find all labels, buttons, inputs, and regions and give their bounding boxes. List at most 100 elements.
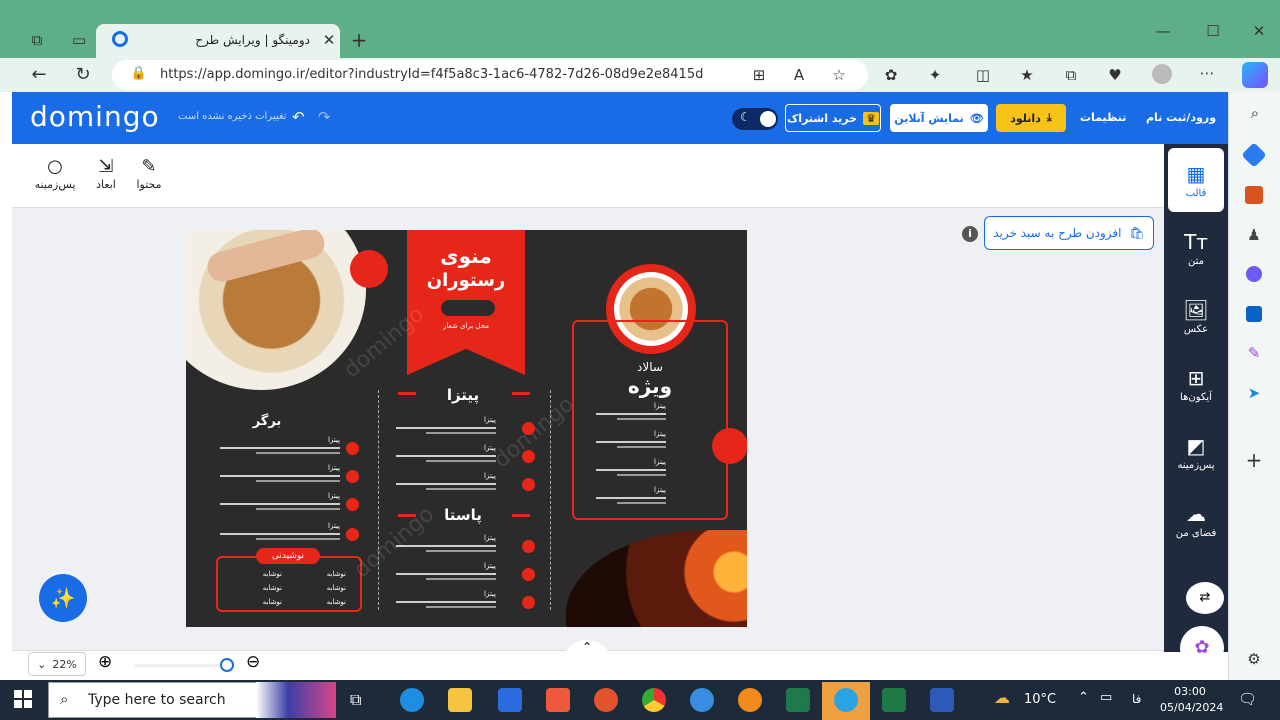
search-icon: ⌕ [60, 690, 69, 708]
app-install-icon[interactable]: ⊞ [748, 66, 770, 84]
add-to-cart-label: افزودن طرح به سبد خرید [993, 226, 1122, 240]
notes-app-icon[interactable] [786, 688, 810, 712]
zoom-slider-handle[interactable] [220, 658, 234, 672]
windows-start-icon[interactable] [14, 690, 32, 708]
back-icon[interactable]: ← [28, 64, 50, 85]
notifications-icon[interactable]: 🗨 [1238, 690, 1257, 708]
store-icon[interactable] [498, 688, 522, 712]
maximize-icon[interactable]: ☐ [1202, 22, 1224, 40]
menu-item-price-dot [522, 568, 535, 581]
sidebar-item-image[interactable]: 🖼 عکس [1168, 298, 1224, 335]
menu-item-price-dot [522, 596, 535, 609]
background-icon: ◩ [1186, 434, 1206, 458]
refresh-icon[interactable]: ↻ [72, 64, 94, 85]
read-aloud-icon[interactable]: A [788, 66, 810, 84]
login-link[interactable]: ورود/ثبت نام [1146, 111, 1216, 124]
task-view-icon[interactable]: ⧉ [350, 690, 361, 710]
sidebar-item-label: قالب [1185, 188, 1207, 199]
tool-content[interactable]: ✎ محتوا [126, 156, 172, 191]
subscribe-button[interactable]: خرید اشتراک ♛ [785, 104, 881, 132]
zoom-in-icon[interactable]: ⊕ [98, 652, 112, 672]
performance-icon[interactable]: ♥ [1104, 66, 1126, 84]
zoom-out-icon[interactable]: ⊖ [246, 652, 260, 672]
send-icon[interactable]: ➤ [1243, 384, 1265, 402]
domingo-logo[interactable]: domingo [30, 100, 160, 133]
menu-item-description [617, 446, 666, 448]
taskbar-clock[interactable]: 03:00 05/04/2024 [1160, 684, 1223, 716]
zoom-select[interactable]: ⌄ 22% [28, 652, 86, 676]
close-window-icon[interactable]: ✕ [1248, 22, 1270, 40]
redo-icon[interactable]: ↷ [318, 108, 331, 126]
designer-icon[interactable]: ✎ [1243, 344, 1265, 362]
profile-avatar[interactable] [1152, 64, 1172, 84]
extensions-icon[interactable]: ✦ [924, 66, 946, 84]
ai-brain-button[interactable]: ✿ [1180, 626, 1224, 670]
sidebar-item-template[interactable]: ▦ قالب [1168, 162, 1224, 199]
menu-item-description [596, 497, 666, 499]
sidebar-item-background[interactable]: ◩ پس‌زمینه [1168, 434, 1224, 471]
firefox-icon[interactable] [738, 688, 762, 712]
menu-item-price-dot [346, 442, 359, 455]
favorites-icon[interactable]: ★ [1016, 66, 1038, 84]
chrome-icon[interactable] [642, 688, 666, 712]
menu-item-name: پیتزا [328, 436, 340, 444]
tool-dimensions[interactable]: ⇲ ابعاد [83, 156, 129, 191]
menu-design[interactable]: منوی رستوران محل برای شعار سالاد ویژه پی… [186, 230, 747, 627]
menu-item-name: پیتزا [328, 522, 340, 530]
drink-item-name: نوشابه [262, 570, 282, 578]
language-indicator[interactable]: فا [1132, 692, 1141, 706]
workspaces-icon[interactable]: ⧉ [26, 31, 48, 49]
download-button[interactable]: دانلود ⤓ [996, 104, 1066, 132]
menu-item-description [256, 538, 340, 540]
outlook-icon[interactable] [1246, 306, 1262, 322]
copilot-sidebar-icon[interactable] [1242, 62, 1268, 88]
sidebar-item-text[interactable]: Tт متن [1168, 230, 1224, 267]
close-tab-icon[interactable]: ✕ [318, 31, 340, 49]
more-menu-icon[interactable]: ⋯ [1196, 64, 1218, 82]
battery-icon[interactable]: ▭ [1100, 690, 1112, 705]
tab-actions-icon[interactable]: ▭ [68, 31, 90, 49]
undo-icon[interactable]: ↶ [292, 108, 305, 126]
chess-icon[interactable]: ♟ [1243, 226, 1265, 244]
favorite-star-icon[interactable]: ☆ [828, 66, 850, 84]
split-screen-icon[interactable]: ◫ [972, 66, 994, 84]
telegram-icon[interactable] [834, 688, 858, 712]
menu-item-description [396, 427, 496, 429]
add-sidebar-app-icon[interactable]: + [1243, 448, 1265, 472]
app-p-icon[interactable] [594, 688, 618, 712]
lock-icon[interactable]: 🔒 [128, 66, 150, 81]
globe-app-icon[interactable] [690, 688, 714, 712]
menu-item-price-dot [522, 478, 535, 491]
tray-expand-icon[interactable]: ⌃ [1078, 690, 1089, 705]
minimize-icon[interactable]: — [1152, 22, 1174, 40]
online-preview-button[interactable]: نمایش آنلاین 👁 [890, 104, 988, 132]
edge-taskbar-icon[interactable] [400, 688, 424, 712]
temperature[interactable]: 10°C [1024, 692, 1056, 707]
sidebar-item-label: متن [1188, 256, 1204, 267]
info-icon[interactable]: i [962, 226, 978, 242]
chevron-up-icon: ⌃ [581, 640, 593, 654]
tools-icon[interactable] [1245, 186, 1263, 204]
add-to-cart-button[interactable]: افزودن طرح به سبد خرید 🛍 [984, 216, 1154, 250]
sidebar-settings-icon[interactable]: ⚙ [1243, 650, 1265, 668]
sidebar-item-my-space[interactable]: ☁ فضای من [1168, 502, 1224, 539]
menu-item-description [596, 469, 666, 471]
word-icon[interactable] [930, 688, 954, 712]
magic-wand-button[interactable]: ✨ [39, 574, 87, 622]
menu-item-name: پیتزا [654, 430, 666, 438]
tool-background[interactable]: ○ پس‌زمینه [32, 156, 78, 191]
file-explorer-icon[interactable] [448, 688, 472, 712]
translate-icon[interactable]: ⇄ [1186, 582, 1224, 614]
sidebar-item-icons[interactable]: ⊞ آیکون‌ها [1168, 366, 1224, 403]
excel-icon[interactable] [882, 688, 906, 712]
app-c-icon[interactable] [546, 688, 570, 712]
search-icon[interactable]: ⌕ [1244, 104, 1266, 122]
weather-icon[interactable]: ☁ [994, 688, 1010, 707]
settings-link[interactable]: تنظیمات [1080, 111, 1126, 124]
clock-time: 03:00 [1174, 685, 1206, 698]
collections-icon[interactable]: ⧉ [1060, 66, 1082, 84]
zoom-slider[interactable] [134, 664, 230, 667]
new-tab-icon[interactable]: + [348, 28, 370, 52]
microsoft365-icon[interactable] [1246, 266, 1262, 282]
copilot-icon[interactable]: ✿ [880, 66, 902, 84]
